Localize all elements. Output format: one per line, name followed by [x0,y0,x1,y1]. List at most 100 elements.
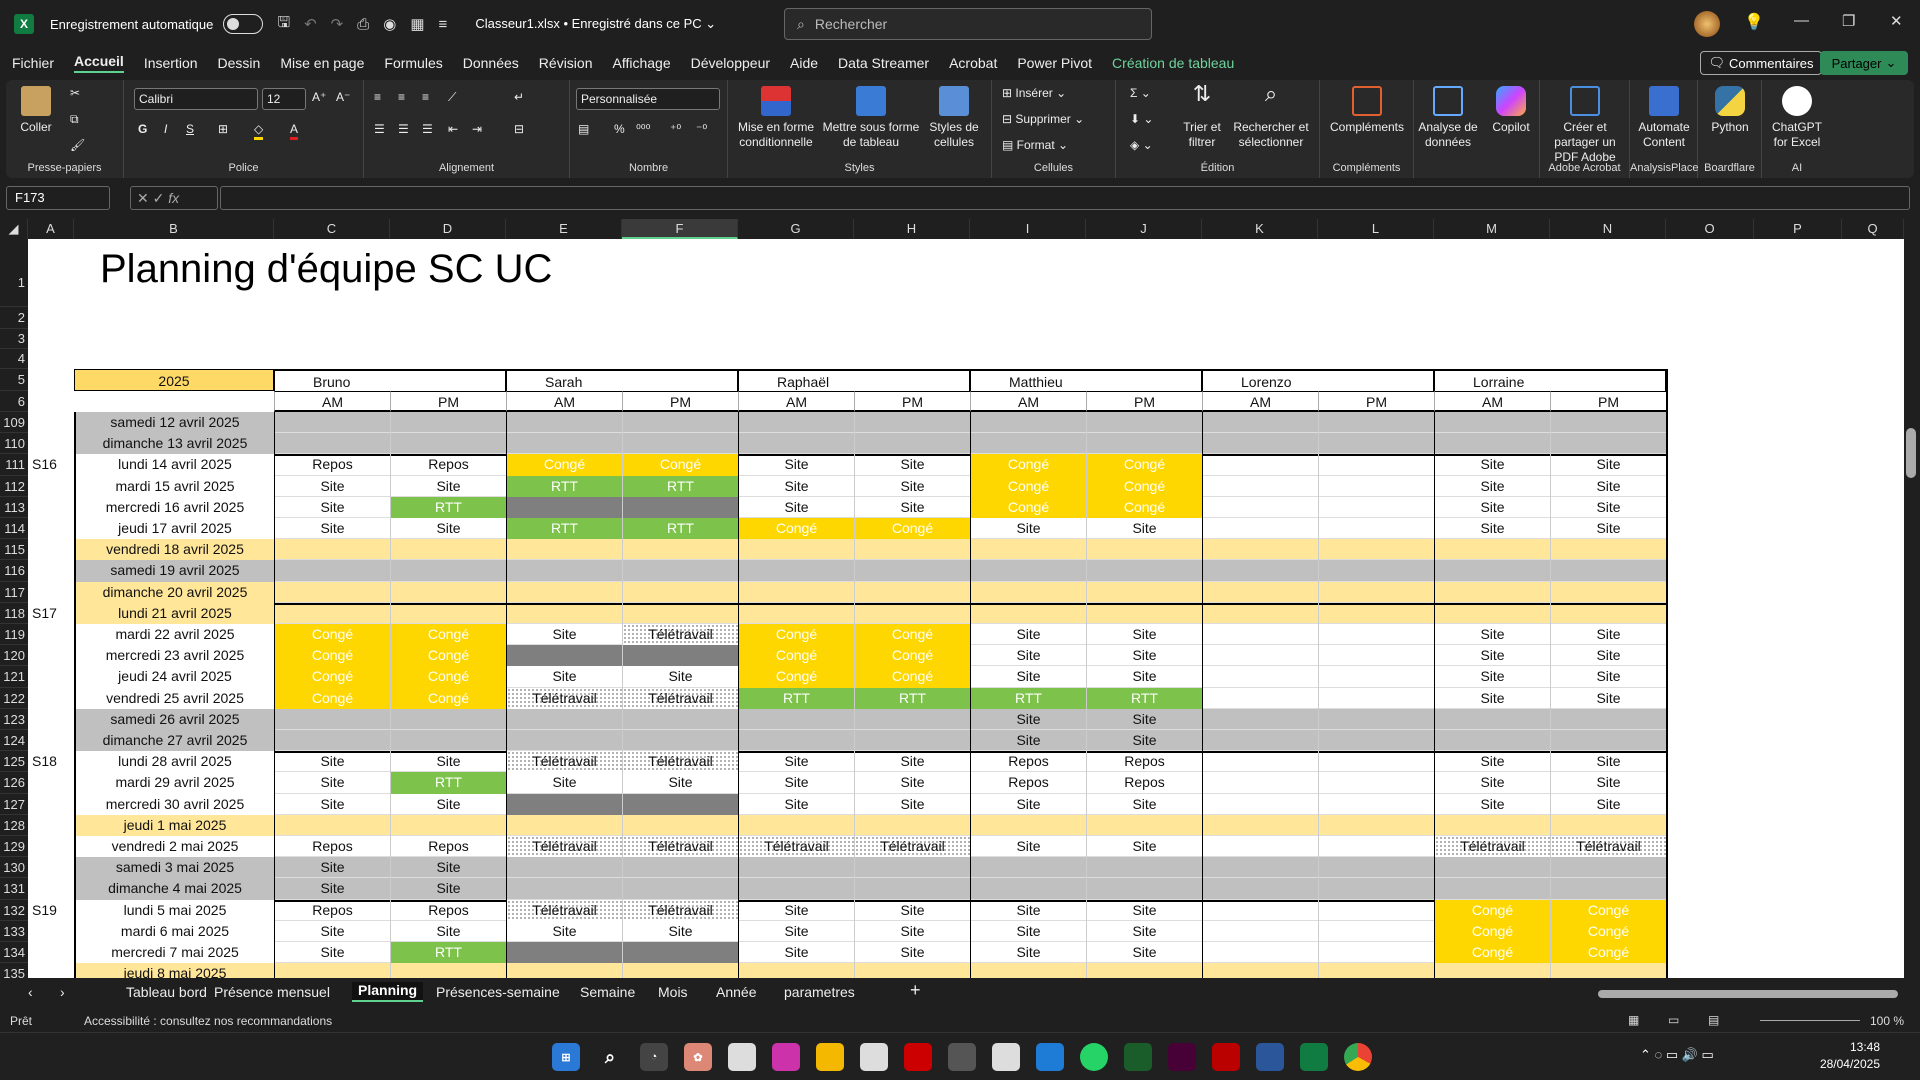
column-header-f[interactable]: F [622,219,738,239]
schedule-cell[interactable]: Congé [854,645,970,667]
schedule-cell[interactable]: Site [274,942,390,964]
copy-icon[interactable]: ⧉ [70,112,79,127]
schedule-cell[interactable] [390,602,506,624]
tab-d-veloppeur[interactable]: Développeur [691,55,770,71]
unavailable-cell[interactable] [506,793,622,815]
schedule-cell[interactable] [1550,963,1666,978]
half-day-header-pm[interactable]: PM [1318,391,1434,412]
schedule-cell[interactable]: Site [970,899,1086,921]
date-cell[interactable]: dimanche 4 mai 2025 [74,878,274,900]
schedule-cell[interactable] [622,412,738,434]
schedule-cell[interactable] [1086,581,1202,603]
schedule-cell[interactable]: Repos [390,899,506,921]
schedule-cell[interactable] [622,539,738,561]
snipping-icon[interactable] [860,1043,888,1071]
schedule-cell[interactable]: Site [1434,666,1550,688]
schedule-cell[interactable]: Site [1086,518,1202,540]
schedule-cell[interactable]: Site [622,772,738,794]
schedule-cell[interactable] [1202,496,1318,518]
schedule-cell[interactable] [1318,624,1434,646]
date-cell[interactable]: mardi 6 mai 2025 [74,920,274,942]
decrease-decimal-icon[interactable]: ⁻⁰ [696,122,707,137]
person-header[interactable]: Lorraine [1434,369,1666,391]
unavailable-cell[interactable] [506,645,622,667]
schedule-cell[interactable] [970,602,1086,624]
person-header[interactable]: Lorenzo [1202,369,1434,391]
schedule-cell[interactable]: Site [1434,645,1550,667]
schedule-cell[interactable]: Congé [274,687,390,709]
schedule-cell[interactable]: Congé [1550,920,1666,942]
schedule-cell[interactable] [1434,814,1550,836]
find-select-button[interactable]: ⌕ Rechercher et sélectionner [1228,83,1314,150]
schedule-cell[interactable]: Télétravail [622,836,738,858]
schedule-cell[interactable] [854,581,970,603]
schedule-cell[interactable]: Site [854,475,970,497]
date-cell[interactable]: lundi 28 avril 2025 [74,751,274,773]
schedule-cell[interactable]: Site [506,920,622,942]
schedule-cell[interactable] [970,581,1086,603]
date-cell[interactable]: dimanche 27 avril 2025 [74,730,274,752]
schedule-cell[interactable]: Site [506,624,622,646]
tab-affichage[interactable]: Affichage [613,55,671,71]
start-icon[interactable]: ⊞ [552,1043,580,1071]
date-cell[interactable]: mercredi 23 avril 2025 [74,645,274,667]
schedule-cell[interactable] [1434,963,1550,978]
column-header-j[interactable]: J [1086,219,1202,239]
schedule-cell[interactable]: Site [506,772,622,794]
schedule-cell[interactable] [970,560,1086,582]
schedule-cell[interactable]: Repos [390,836,506,858]
schedule-cell[interactable] [738,602,854,624]
schedule-cell[interactable] [622,878,738,900]
schedule-cell[interactable] [970,878,1086,900]
schedule-cell[interactable]: Site [1434,687,1550,709]
schedule-cell[interactable] [622,857,738,879]
delete-cells-button[interactable]: ⊟ Supprimer ⌄ [1002,112,1084,127]
schedule-cell[interactable] [1202,708,1318,730]
schedule-cell[interactable] [1318,433,1434,455]
schedule-cell[interactable] [738,560,854,582]
page-break-icon[interactable]: ▤ [1708,1013,1719,1027]
schedule-cell[interactable]: Télétravail [622,751,738,773]
schedule-cell[interactable]: Site [390,751,506,773]
schedule-cell[interactable] [1318,560,1434,582]
schedule-cell[interactable] [1318,920,1434,942]
format-cells-button[interactable]: ▤ Format ⌄ [1002,138,1068,153]
schedule-cell[interactable]: Congé [390,645,506,667]
row-header-117[interactable]: 117 [0,582,28,603]
half-day-header-am[interactable]: AM [970,391,1086,412]
schedule-cell[interactable] [274,581,390,603]
schedule-cell[interactable] [1202,666,1318,688]
align-center-icon[interactable]: ☰ [398,122,409,137]
schedule-cell[interactable]: Congé [738,624,854,646]
half-day-header-am[interactable]: AM [506,391,622,412]
schedule-cell[interactable]: Site [1434,475,1550,497]
schedule-cell[interactable]: Site [1434,772,1550,794]
schedule-cell[interactable] [1550,560,1666,582]
unavailable-cell[interactable] [622,496,738,518]
schedule-cell[interactable]: Congé [622,454,738,476]
fill-icon[interactable]: ⬇ ⌄ [1130,112,1153,127]
number-format-select[interactable]: Personnalisée [576,88,720,110]
schedule-cell[interactable] [1202,793,1318,815]
tab-power-pivot[interactable]: Power Pivot [1017,55,1092,71]
column-header-a[interactable]: A [28,219,74,239]
schedule-cell[interactable]: RTT [390,772,506,794]
schedule-cell[interactable]: Site [274,475,390,497]
schedule-cell[interactable]: Télétravail [1434,836,1550,858]
clock-time[interactable]: 13:48 [1790,1040,1880,1054]
date-cell[interactable]: mercredi 7 mai 2025 [74,942,274,964]
schedule-cell[interactable] [1202,687,1318,709]
align-left-icon[interactable]: ☰ [374,122,385,137]
format-painter-icon[interactable]: 🖌 [70,138,85,153]
schedule-cell[interactable]: Télétravail [622,687,738,709]
schedule-cell[interactable] [390,560,506,582]
person-header[interactable]: Bruno [274,369,506,391]
schedule-cell[interactable] [1434,730,1550,752]
select-all-corner[interactable]: ◢ [0,219,28,239]
underline-icon[interactable]: S [186,122,194,137]
sheet-tab-planning[interactable]: Planning [352,982,424,1002]
python-button[interactable]: Python [1700,86,1760,135]
schedule-cell[interactable]: Repos [274,899,390,921]
schedule-cell[interactable]: RTT [506,518,622,540]
schedule-cell[interactable] [738,433,854,455]
